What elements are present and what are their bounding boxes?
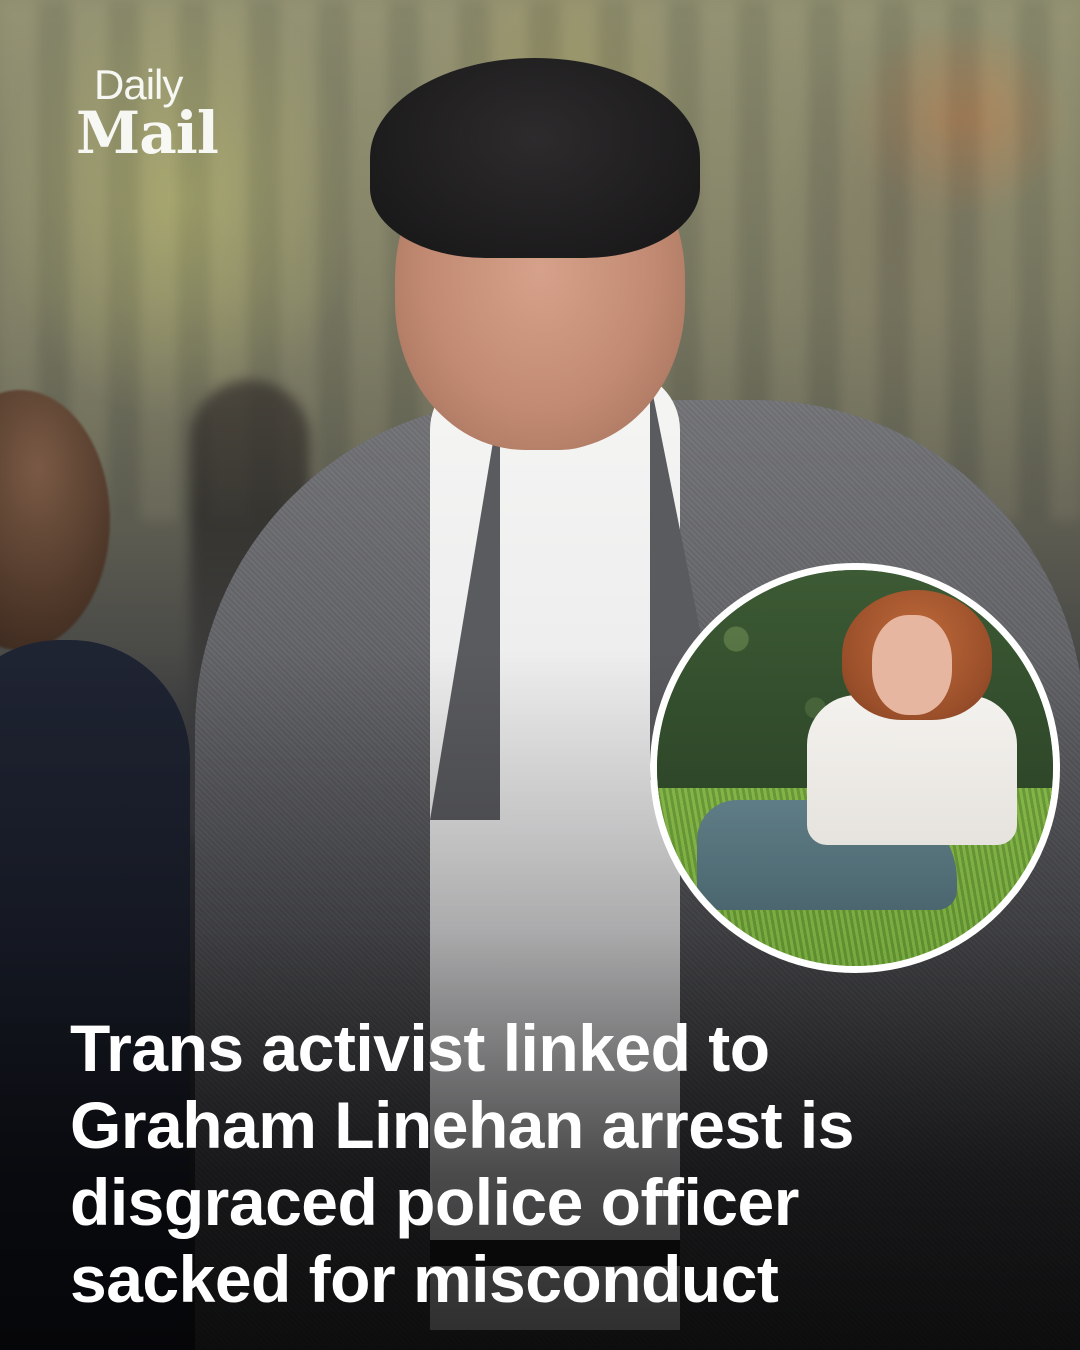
news-post: Daily Mail Trans activist linked to Grah… [0,0,1080,1350]
headline: Trans activist linked to Graham Linehan … [70,1010,1030,1318]
headline-line-2: Graham Linehan arrest is [70,1088,854,1162]
headline-line-4: sacked for misconduct [70,1242,779,1316]
headline-line-3: disgraced police officer [70,1165,799,1239]
inset-person-face [872,615,952,715]
logo-mail: Mail [76,99,219,167]
daily-mail-logo: Daily Mail [76,64,219,167]
main-person-hair [370,58,700,258]
headline-line-1: Trans activist linked to [70,1011,770,1085]
inset-circle-photo [650,563,1060,973]
